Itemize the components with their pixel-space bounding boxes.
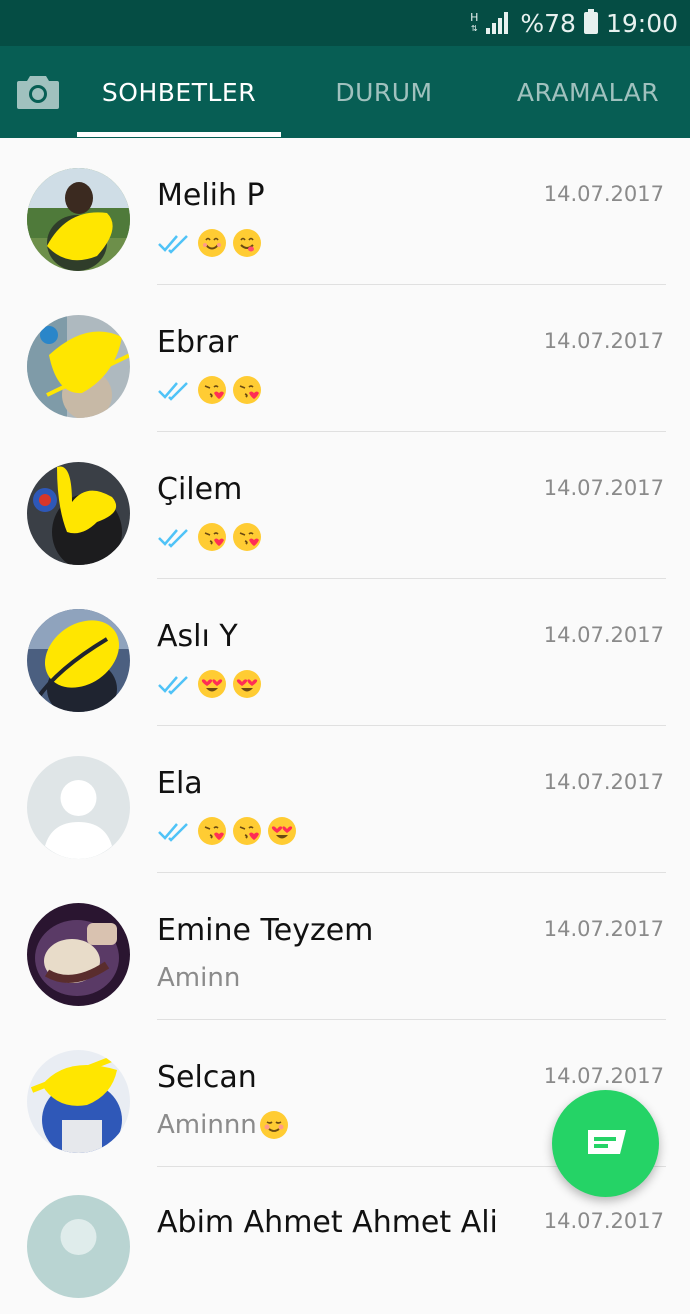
chat-timestamp: 14.07.2017: [543, 329, 664, 353]
double-check-icon: [158, 676, 188, 695]
kissing-face-icon: [233, 817, 261, 845]
tab-status[interactable]: DURUM: [282, 46, 486, 138]
message-preview: [157, 667, 265, 701]
battery-percentage: %78: [520, 8, 576, 38]
chat-row[interactable]: Emine Teyzem 14.07.2017 Aminn: [0, 873, 690, 1020]
new-chat-icon: [587, 1129, 626, 1154]
active-tab-indicator: [77, 132, 281, 137]
avatar[interactable]: [27, 1050, 130, 1153]
app-bar: SOHBETLER DURUM ARAMALAR: [0, 46, 690, 138]
message-preview: Aminn: [157, 961, 240, 995]
double-check-icon: [158, 382, 188, 401]
double-check-icon: [158, 823, 188, 842]
contact-name: Ebrar: [157, 325, 239, 360]
message-text: Aminn: [157, 963, 241, 993]
message-preview: [157, 520, 265, 554]
tab-chats-label: SOHBETLER: [101, 77, 257, 107]
kissing-face-icon: [233, 376, 261, 404]
chat-row[interactable]: Aslı Y 14.07.2017: [0, 579, 690, 726]
savoring-face-icon: [233, 229, 261, 257]
kissing-face-icon: [198, 523, 226, 551]
tab-chats[interactable]: SOHBETLER: [77, 46, 281, 138]
chat-timestamp: 14.07.2017: [543, 770, 664, 794]
message-preview: [157, 373, 265, 407]
profile-photo: [27, 903, 130, 1006]
kissing-face-icon: [198, 376, 226, 404]
chat-row[interactable]: Çilem 14.07.2017: [0, 432, 690, 579]
heart-eyes-face-icon: [198, 670, 226, 698]
tab-status-label: DURUM: [335, 77, 433, 107]
chat-row[interactable]: Ebrar 14.07.2017: [0, 285, 690, 432]
battery-icon: [583, 9, 598, 34]
network-type-icon: H ⇅: [470, 11, 479, 33]
signal-icon: [486, 12, 509, 34]
tab-calls-label: ARAMALAR: [516, 77, 660, 107]
chat-timestamp: 14.07.2017: [543, 623, 664, 647]
double-check-icon: [158, 235, 188, 254]
kissing-face-icon: [233, 523, 261, 551]
contact-name: Emine Teyzem: [157, 913, 374, 948]
heart-eyes-face-icon: [268, 817, 296, 845]
status-bar: H ⇅ %78 19:00: [0, 0, 690, 46]
default-avatar-icon: [27, 756, 130, 859]
chat-row[interactable]: Melih P 14.07.2017: [0, 138, 690, 285]
contact-name: Aslı Y: [157, 619, 238, 654]
avatar[interactable]: [27, 168, 130, 271]
double-check-icon: [158, 529, 188, 548]
contact-name: Çilem: [157, 472, 243, 507]
chat-timestamp: 14.07.2017: [543, 1064, 664, 1088]
profile-photo: [27, 1195, 130, 1298]
clock: 19:00: [605, 8, 678, 38]
message-preview: [157, 226, 265, 260]
tab-calls[interactable]: ARAMALAR: [486, 46, 690, 138]
message-text: Aminnn: [157, 1110, 257, 1140]
camera-tab[interactable]: [16, 74, 60, 110]
chat-row[interactable]: Ela 14.07.2017: [0, 726, 690, 873]
profile-photo: [27, 315, 130, 418]
contact-name: Ela: [157, 766, 203, 801]
blushing-face-icon: [259, 1111, 288, 1139]
smiling-face-icon: [198, 229, 226, 257]
new-chat-button[interactable]: [552, 1090, 659, 1197]
message-preview: Aminnn: [157, 1108, 292, 1142]
message-preview: [157, 814, 300, 848]
chat-timestamp: 14.07.2017: [543, 917, 664, 941]
chat-timestamp: 14.07.2017: [543, 476, 664, 500]
avatar[interactable]: [27, 609, 130, 712]
heart-eyes-face-icon: [233, 670, 261, 698]
profile-photo: [27, 168, 130, 271]
avatar[interactable]: [27, 756, 130, 859]
chat-timestamp: 14.07.2017: [543, 1209, 664, 1233]
contact-name: Melih P: [157, 178, 265, 213]
avatar[interactable]: [27, 462, 130, 565]
contact-name: Abim Ahmet Ahmet Ali: [157, 1205, 498, 1240]
profile-photo: [27, 609, 130, 712]
camera-icon: [17, 76, 59, 109]
avatar[interactable]: [27, 903, 130, 1006]
profile-photo: [27, 462, 130, 565]
contact-name: Selcan: [157, 1060, 257, 1095]
avatar[interactable]: [27, 315, 130, 418]
profile-photo: [27, 1050, 130, 1153]
network-type-label: H: [470, 11, 479, 24]
kissing-face-icon: [198, 817, 226, 845]
avatar[interactable]: [27, 1195, 130, 1298]
chat-timestamp: 14.07.2017: [543, 182, 664, 206]
